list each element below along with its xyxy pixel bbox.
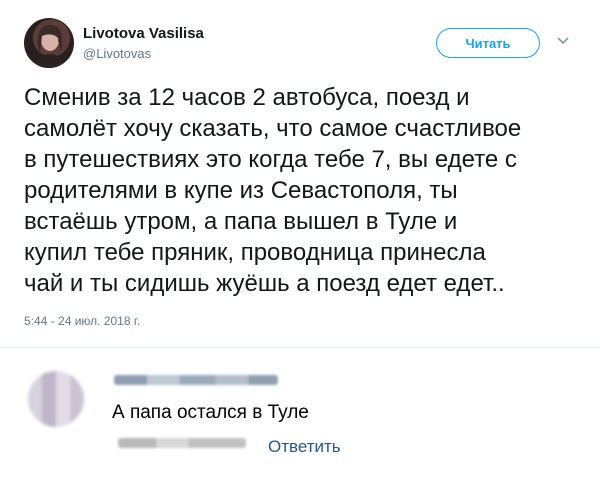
display-name[interactable]: Livotova Vasilisa — [83, 25, 204, 42]
commenter-name-blurred[interactable] — [114, 375, 278, 385]
chevron-down-icon[interactable] — [555, 33, 571, 49]
comment-text: А папа остался в Туле — [112, 402, 309, 423]
reply-link[interactable]: Ответить — [268, 437, 341, 457]
comment-date-blurred — [118, 438, 246, 448]
tweet-card: Livotova Vasilisa @Livotovas Читать Смен… — [0, 0, 600, 345]
user-handle[interactable]: @Livotovas — [83, 46, 151, 61]
divider — [0, 347, 600, 348]
commenter-avatar-blurred[interactable] — [28, 371, 84, 427]
tweet-text: Сменив за 12 часов 2 автобуса, поезд и с… — [24, 84, 522, 297]
avatar[interactable] — [24, 18, 74, 68]
comment-card: А папа остался в Туле Ответить — [0, 355, 600, 491]
avatar-image — [34, 24, 66, 68]
follow-button[interactable]: Читать — [436, 28, 540, 58]
tweet-timestamp[interactable]: 5:44 - 24 июл. 2018 г. — [24, 314, 140, 328]
